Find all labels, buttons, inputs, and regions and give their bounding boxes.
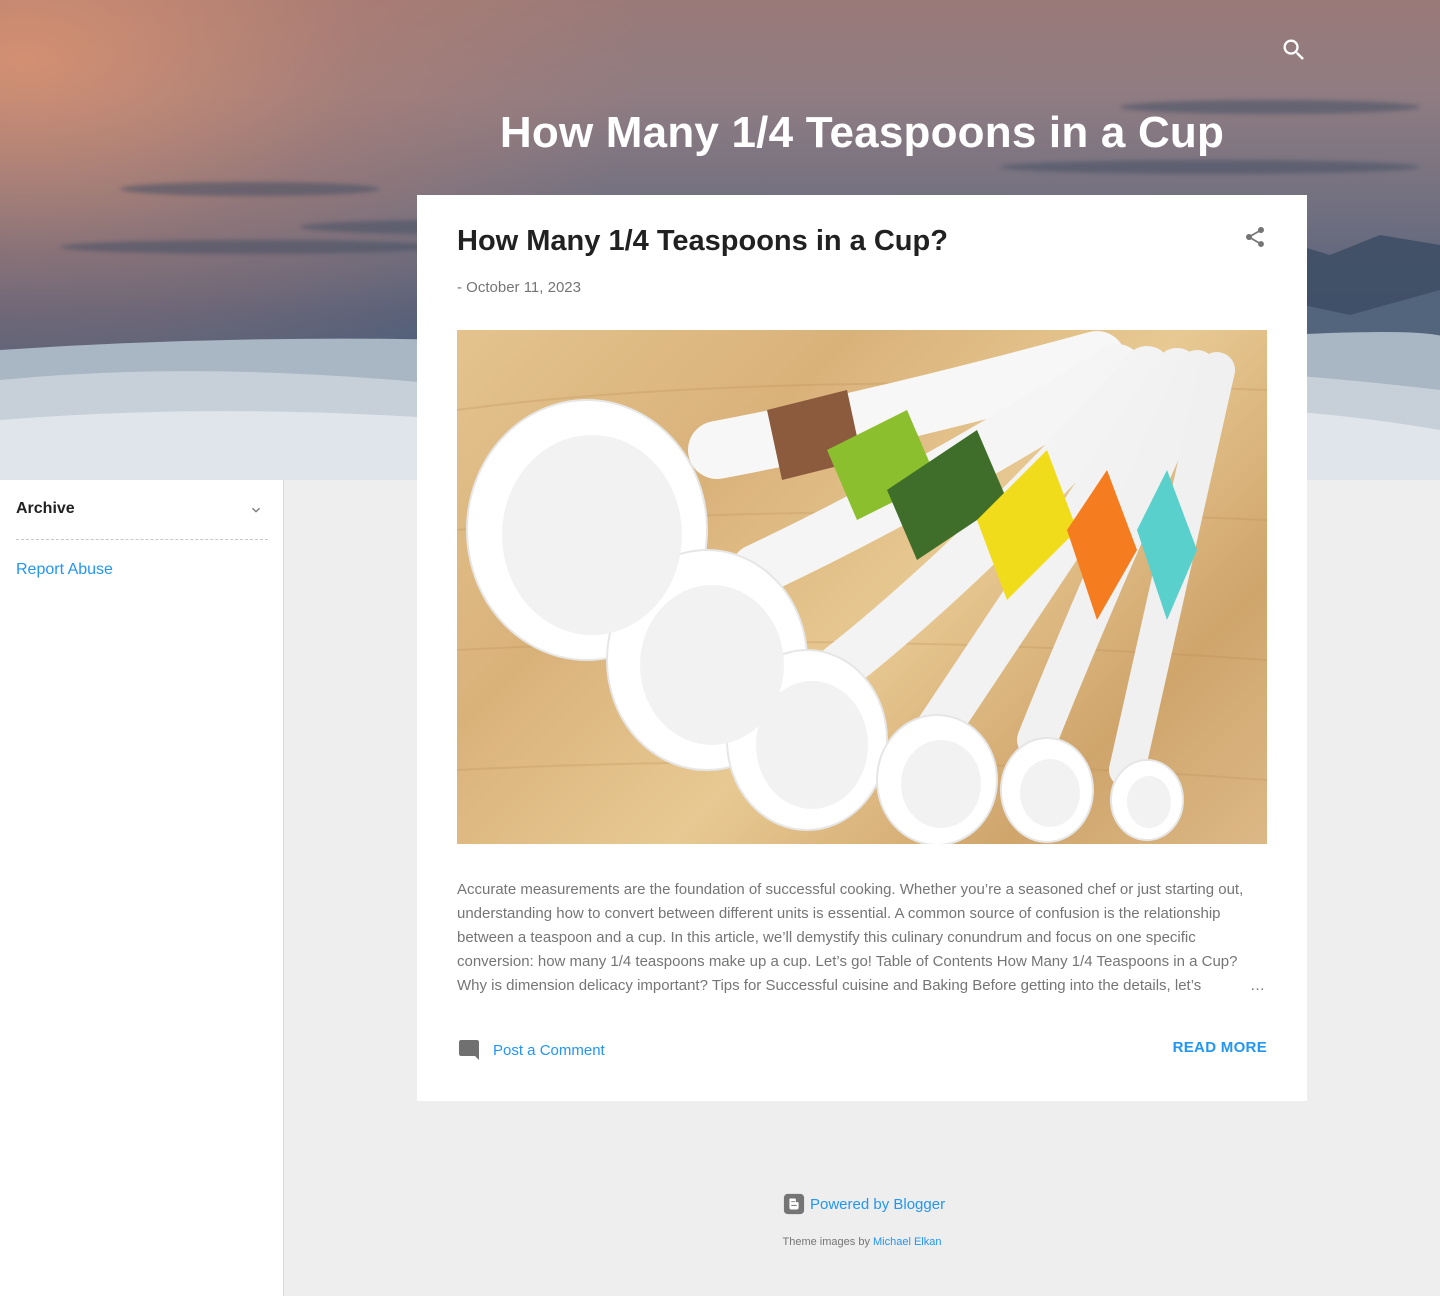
blog-title[interactable]: How Many 1/4 Teaspoons in a Cup — [417, 108, 1307, 158]
comment-label: Post a Comment — [493, 1041, 605, 1059]
post-snippet: Accurate measurements are the foundation… — [457, 878, 1267, 998]
post-image[interactable] — [457, 330, 1267, 844]
theme-credit: Theme images by Michael Elkan — [417, 1236, 1307, 1248]
powered-by-blogger-link[interactable]: Powered by Blogger — [783, 1193, 945, 1215]
date-prefix: - — [457, 279, 467, 296]
archive-title: Archive — [16, 500, 75, 517]
sidebar: Archive Report Abuse — [0, 480, 284, 1296]
measuring-spoons-illustration — [457, 331, 1267, 844]
report-abuse-link[interactable]: Report Abuse — [16, 561, 113, 579]
post-meta: - October 11, 2023 — [457, 279, 581, 296]
share-button[interactable] — [1243, 225, 1267, 249]
powered-by-label: Powered by Blogger — [810, 1195, 946, 1213]
post-card: How Many 1/4 Teaspoons in a Cup? - Octob… — [417, 195, 1307, 1101]
search-button[interactable] — [1280, 36, 1308, 64]
theme-credit-prefix: Theme images by — [782, 1236, 873, 1248]
comment-icon — [459, 1040, 479, 1060]
chevron-down-icon[interactable] — [248, 502, 264, 518]
theme-author-link[interactable]: Michael Elkan — [873, 1236, 941, 1248]
post-date-link[interactable]: October 11, 2023 — [466, 279, 581, 296]
snippet-ellipsis[interactable]: … — [1250, 974, 1265, 998]
snippet-text: Accurate measurements are the foundation… — [457, 881, 1244, 994]
blogger-icon — [783, 1193, 805, 1215]
post-title[interactable]: How Many 1/4 Teaspoons in a Cup? — [457, 225, 948, 258]
archive-toggle[interactable]: Archive — [16, 500, 268, 540]
read-more-link[interactable]: Read more — [1173, 1039, 1267, 1056]
post-comment-link[interactable]: Post a Comment — [457, 1038, 605, 1062]
search-icon — [1283, 39, 1304, 60]
share-icon — [1246, 227, 1264, 247]
